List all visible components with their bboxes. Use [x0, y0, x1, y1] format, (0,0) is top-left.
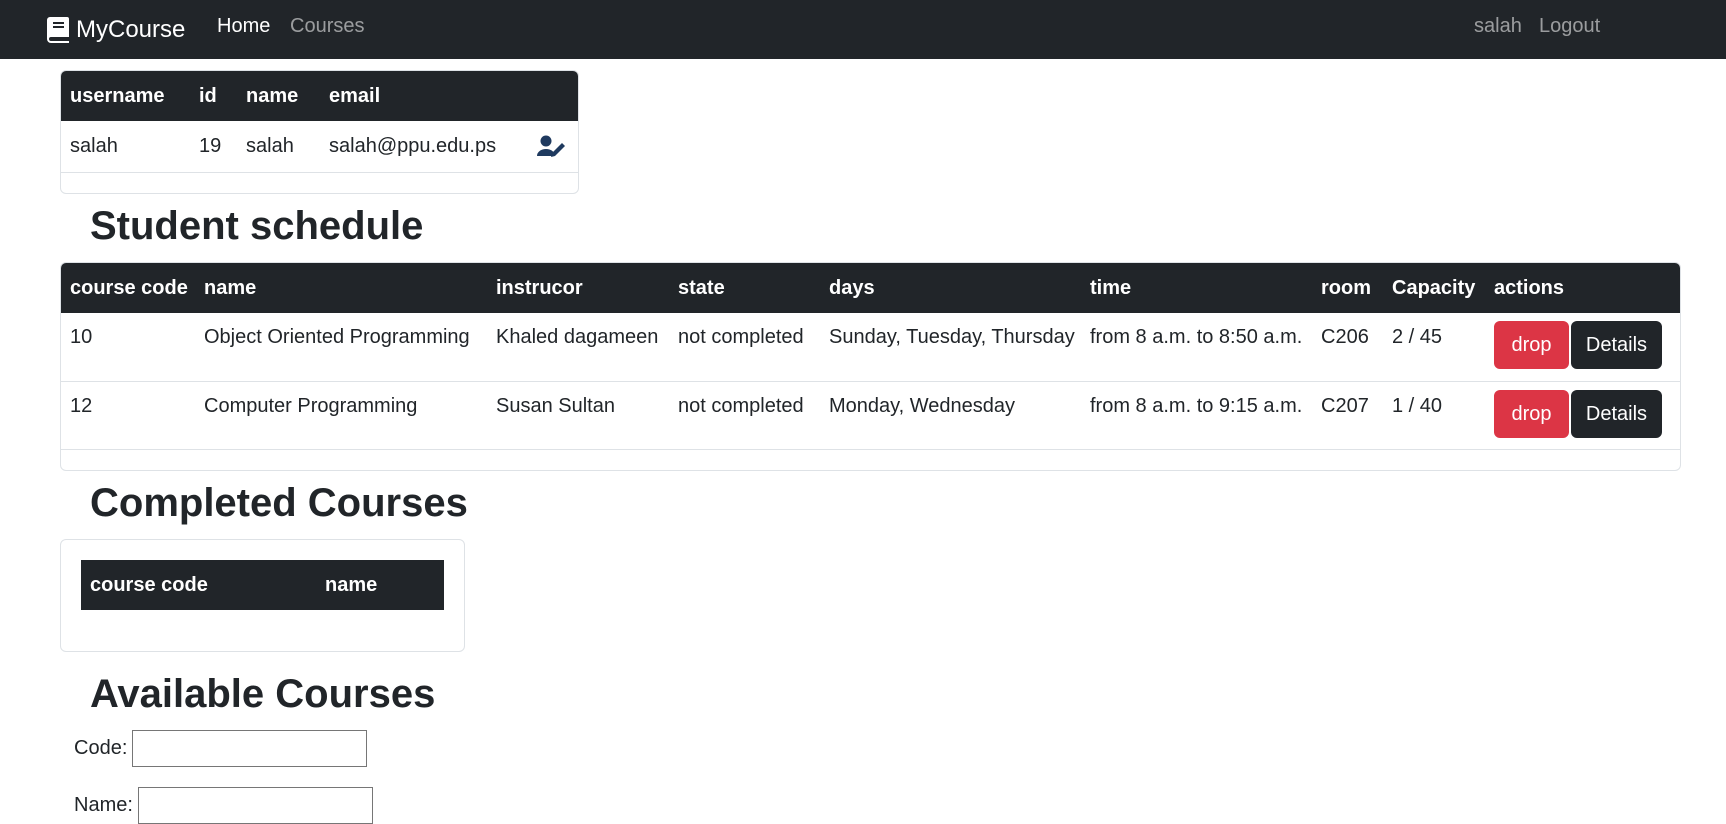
nav-courses[interactable]: Courses: [290, 0, 364, 59]
cell-capacity: 2 / 45: [1383, 313, 1485, 382]
nav-username[interactable]: salah: [1474, 0, 1522, 59]
brand-link[interactable]: MyCourse: [47, 0, 185, 59]
nav-logout[interactable]: Logout: [1539, 0, 1600, 59]
code-input[interactable]: [132, 730, 368, 767]
table-header-row: username id name email: [61, 71, 578, 121]
navbar: MyCourse Home Courses salah Logout: [0, 0, 1726, 59]
th-name: name: [246, 84, 299, 107]
th-room: room: [1321, 276, 1371, 299]
drop-button[interactable]: drop: [1494, 321, 1569, 369]
schedule-title: Student schedule: [90, 204, 424, 248]
th-course-code: course code: [90, 573, 208, 596]
cell-state: not completed: [669, 313, 820, 382]
cell-time: from 8 a.m. to 9:15 a.m.: [1081, 381, 1312, 450]
cell-name: Object Oriented Programming: [195, 313, 487, 382]
name-input[interactable]: [137, 787, 373, 824]
completed-table: course code name: [81, 560, 444, 610]
th-id: id: [199, 84, 217, 107]
cell-room: C207: [1312, 381, 1383, 450]
th-actions: actions: [1494, 276, 1565, 299]
cell-days: Monday, Wednesday: [820, 381, 1081, 450]
drop-button[interactable]: drop: [1494, 389, 1569, 438]
book-icon: [47, 16, 69, 43]
completed-title: Completed Courses: [90, 481, 468, 525]
cell-state: not completed: [669, 381, 820, 450]
name-label: Name:: [74, 794, 133, 816]
th-edit: [528, 71, 578, 121]
user-info-card: username id name email salah 19 salah sa…: [60, 70, 579, 194]
completed-card: course code name: [60, 539, 465, 652]
cell-edit: [528, 121, 578, 173]
user-info-table: username id name email salah 19 salah sa…: [61, 71, 578, 173]
cell-name: Computer Programming: [195, 381, 487, 450]
th-days: days: [829, 276, 875, 299]
schedule-card: course code name instrucor state days ti…: [60, 262, 1681, 471]
table-row: 10 Object Oriented Programming Khaled da…: [61, 313, 1680, 382]
cell-instructor: Khaled dagameen: [487, 313, 669, 382]
table-row: salah 19 salah salah@ppu.edu.ps: [61, 121, 578, 173]
cell-capacity: 1 / 40: [1383, 381, 1485, 450]
th-email: email: [329, 84, 381, 107]
cell-code: 12: [61, 381, 195, 450]
cell-code: 10: [61, 313, 195, 382]
available-title: Available Courses: [90, 672, 436, 716]
brand-label: MyCourse: [76, 15, 186, 43]
cell-actions: drop Details: [1485, 313, 1680, 382]
cell-instructor: Susan Sultan: [487, 381, 669, 450]
cell-email: salah@ppu.edu.ps: [320, 121, 528, 173]
user-edit-icon[interactable]: [537, 135, 565, 158]
cell-id: 19: [190, 121, 237, 173]
th-time: time: [1090, 276, 1132, 299]
cell-room: C206: [1312, 313, 1383, 382]
cell-days: Sunday, Tuesday, Thursday: [820, 313, 1081, 382]
table-header-row: course code name: [81, 560, 444, 610]
name-filter-row: Name:: [74, 787, 373, 824]
th-name: name: [204, 276, 257, 299]
cell-time: from 8 a.m. to 8:50 a.m.: [1081, 313, 1312, 382]
schedule-table: course code name instrucor state days ti…: [61, 263, 1680, 450]
th-course-code: course code: [70, 276, 188, 299]
code-filter-row: Code:: [74, 730, 368, 767]
cell-username: salah: [61, 121, 190, 173]
code-label: Code:: [74, 737, 128, 759]
cell-actions: drop Details: [1485, 381, 1680, 450]
th-instructor: instrucor: [496, 276, 583, 299]
cell-name: salah: [237, 121, 320, 173]
th-username: username: [70, 84, 165, 107]
table-header-row: course code name instrucor state days ti…: [61, 263, 1680, 313]
details-button[interactable]: Details: [1571, 389, 1662, 438]
details-button[interactable]: Details: [1571, 321, 1662, 369]
th-capacity: Capacity: [1392, 276, 1476, 299]
nav-home[interactable]: Home: [217, 0, 270, 59]
table-row: 12 Computer Programming Susan Sultan not…: [61, 381, 1680, 450]
th-state: state: [678, 276, 725, 299]
th-name: name: [325, 573, 378, 596]
